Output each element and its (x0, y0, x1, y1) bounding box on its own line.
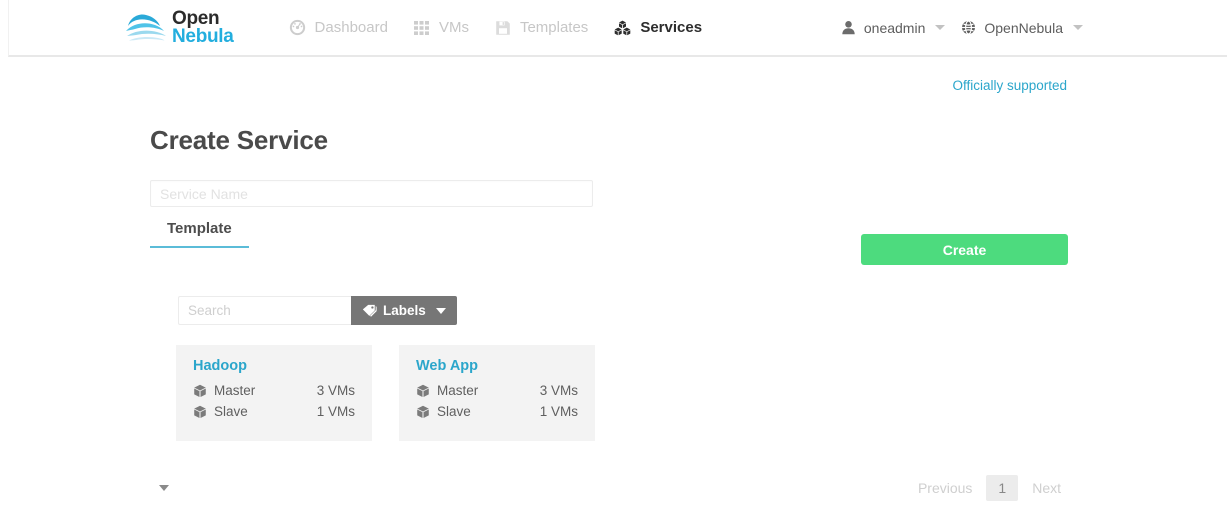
nav-label-services: Services (640, 19, 703, 36)
tags-icon (362, 304, 377, 318)
filter-row: Labels (178, 296, 457, 325)
template-role-count: 1 VMs (316, 404, 355, 419)
nav-item-templates[interactable]: Templates (482, 0, 601, 55)
template-role-name: Master (214, 383, 256, 398)
brand-logo-link[interactable]: Open Nebula (124, 0, 234, 55)
labels-button-label: Labels (383, 303, 426, 318)
template-card-list: Hadoop Master 3 VMs Slave 1 VMs Web App … (176, 345, 595, 441)
template-role-row: Master 3 VMs (193, 380, 355, 401)
template-role-name: Slave (214, 404, 248, 419)
pagination-page-1[interactable]: 1 (986, 475, 1019, 501)
template-card-title: Hadoop (193, 358, 247, 374)
chevron-down-icon (435, 307, 446, 314)
nav-item-vms[interactable]: VMs (401, 0, 482, 55)
chevron-down-icon (935, 25, 946, 30)
template-role-count: 3 VMs (316, 383, 355, 398)
nav-item-services[interactable]: Services (601, 0, 715, 55)
grid-icon (413, 20, 430, 36)
brand-name-nebula: Nebula (172, 25, 234, 47)
template-role-row: Master 3 VMs (416, 380, 578, 401)
cube-icon (193, 405, 207, 419)
zone-menu-opennebula[interactable]: OpenNebula (955, 0, 1089, 55)
page-title: Create Service (150, 125, 328, 155)
template-role-count: 1 VMs (539, 404, 578, 419)
tab-template[interactable]: Template (150, 220, 249, 248)
search-input[interactable] (178, 296, 351, 325)
nav-item-dashboard[interactable]: Dashboard (276, 0, 401, 55)
nav-label-vms: VMs (438, 19, 469, 36)
nav-label-templates: Templates (519, 19, 589, 36)
zone-menu-label: OpenNebula (984, 19, 1063, 36)
cloud-logo-icon (124, 9, 168, 47)
cube-icon (416, 405, 430, 419)
template-role-name: Master (437, 383, 479, 398)
tab-bar: Template (150, 220, 249, 248)
brand-wordmark: Open Nebula (172, 7, 234, 47)
brand-name-open: Open (172, 7, 220, 29)
globe-icon (961, 20, 976, 35)
template-role-count: 3 VMs (539, 383, 578, 398)
template-role-row: Slave 1 VMs (416, 401, 578, 422)
pagination-previous[interactable]: Previous (907, 475, 983, 501)
template-card-title: Web App (416, 358, 479, 374)
service-name-input[interactable] (150, 180, 593, 207)
main-content: Create Service Create Template Labels (0, 57, 1227, 511)
top-navigation-bar: Open Nebula Dashboard VMs Templates Serv… (8, 0, 1227, 57)
labels-dropdown-button[interactable]: Labels (351, 296, 457, 325)
nav-label-dashboard: Dashboard (314, 19, 388, 36)
page-root: Open Nebula Dashboard VMs Templates Serv… (0, 0, 1227, 511)
header-right-menus: oneadmin OpenNebula (835, 0, 1227, 55)
chevron-down-icon (1073, 25, 1083, 30)
template-role-name: Slave (437, 404, 471, 419)
create-button[interactable]: Create (861, 234, 1068, 265)
user-icon (841, 20, 856, 35)
chevron-down-icon (159, 485, 169, 491)
pagination: Previous 1 Next (907, 475, 1072, 501)
cube-icon (193, 384, 207, 398)
cube-icon (416, 384, 430, 398)
template-card-hadoop[interactable]: Hadoop Master 3 VMs Slave 1 VMs (176, 345, 372, 441)
cubes-icon (614, 20, 631, 36)
user-menu-oneadmin[interactable]: oneadmin (835, 0, 952, 55)
dashboard-icon (289, 19, 306, 36)
template-role-row: Slave 1 VMs (193, 401, 355, 422)
main-nav: Dashboard VMs Templates Services (276, 0, 716, 55)
template-card-web-app[interactable]: Web App Master 3 VMs Slave 1 VMs (399, 345, 595, 441)
save-icon (495, 20, 511, 36)
user-menu-label: oneadmin (863, 19, 926, 36)
pagination-next[interactable]: Next (1021, 475, 1072, 501)
